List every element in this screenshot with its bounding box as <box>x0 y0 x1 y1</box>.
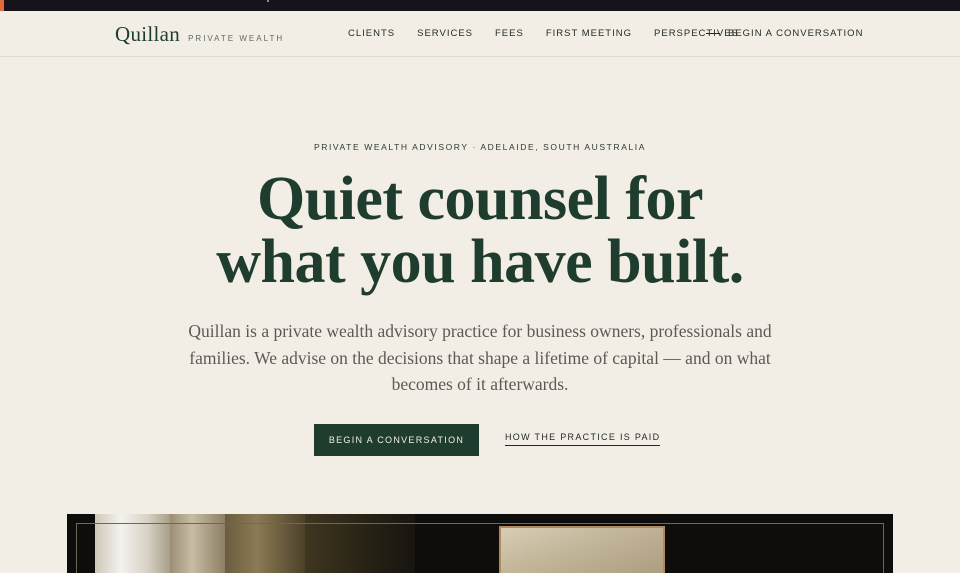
begin-conversation-button[interactable]: BEGIN A CONVERSATION <box>314 424 479 456</box>
top-bar <box>0 0 960 11</box>
hero-image <box>67 514 893 573</box>
brand-name: Quillan <box>115 22 181 46</box>
site-header: Quillan PRIVATE WEALTH CLIENTS SERVICES … <box>0 11 960 57</box>
top-bar-accent <box>0 0 4 11</box>
headline-line-2: what you have built. <box>216 228 744 296</box>
main-nav: CLIENTS SERVICES FEES FIRST MEETING PERS… <box>348 28 739 39</box>
nav-cta-link[interactable]: BEGIN A CONVERSATION <box>706 28 863 39</box>
hero-lede: Quillan is a private wealth advisory pra… <box>188 321 772 394</box>
brand-tagline: PRIVATE WEALTH <box>188 34 285 43</box>
how-practice-is-paid-link[interactable]: HOW THE PRACTICE IS PAID <box>505 432 661 446</box>
nav-item-services[interactable]: SERVICES <box>417 28 473 39</box>
nav-item-fees[interactable]: FEES <box>495 28 524 39</box>
top-bar-mark <box>267 0 269 2</box>
brand-logo[interactable]: Quillan PRIVATE WEALTH <box>115 22 284 47</box>
dash-icon <box>706 33 720 34</box>
hero-headline: Quiet counsel for what you have built. <box>0 168 960 294</box>
nav-item-first-meeting[interactable]: FIRST MEETING <box>546 28 632 39</box>
nav-item-clients[interactable]: CLIENTS <box>348 28 395 39</box>
image-inner-frame <box>76 523 884 573</box>
hero-eyebrow: PRIVATE WEALTH ADVISORY · ADELAIDE, SOUT… <box>313 142 647 152</box>
headline-line-1: Quiet counsel for <box>256 165 704 233</box>
nav-cta-label: BEGIN A CONVERSATION <box>728 28 864 39</box>
